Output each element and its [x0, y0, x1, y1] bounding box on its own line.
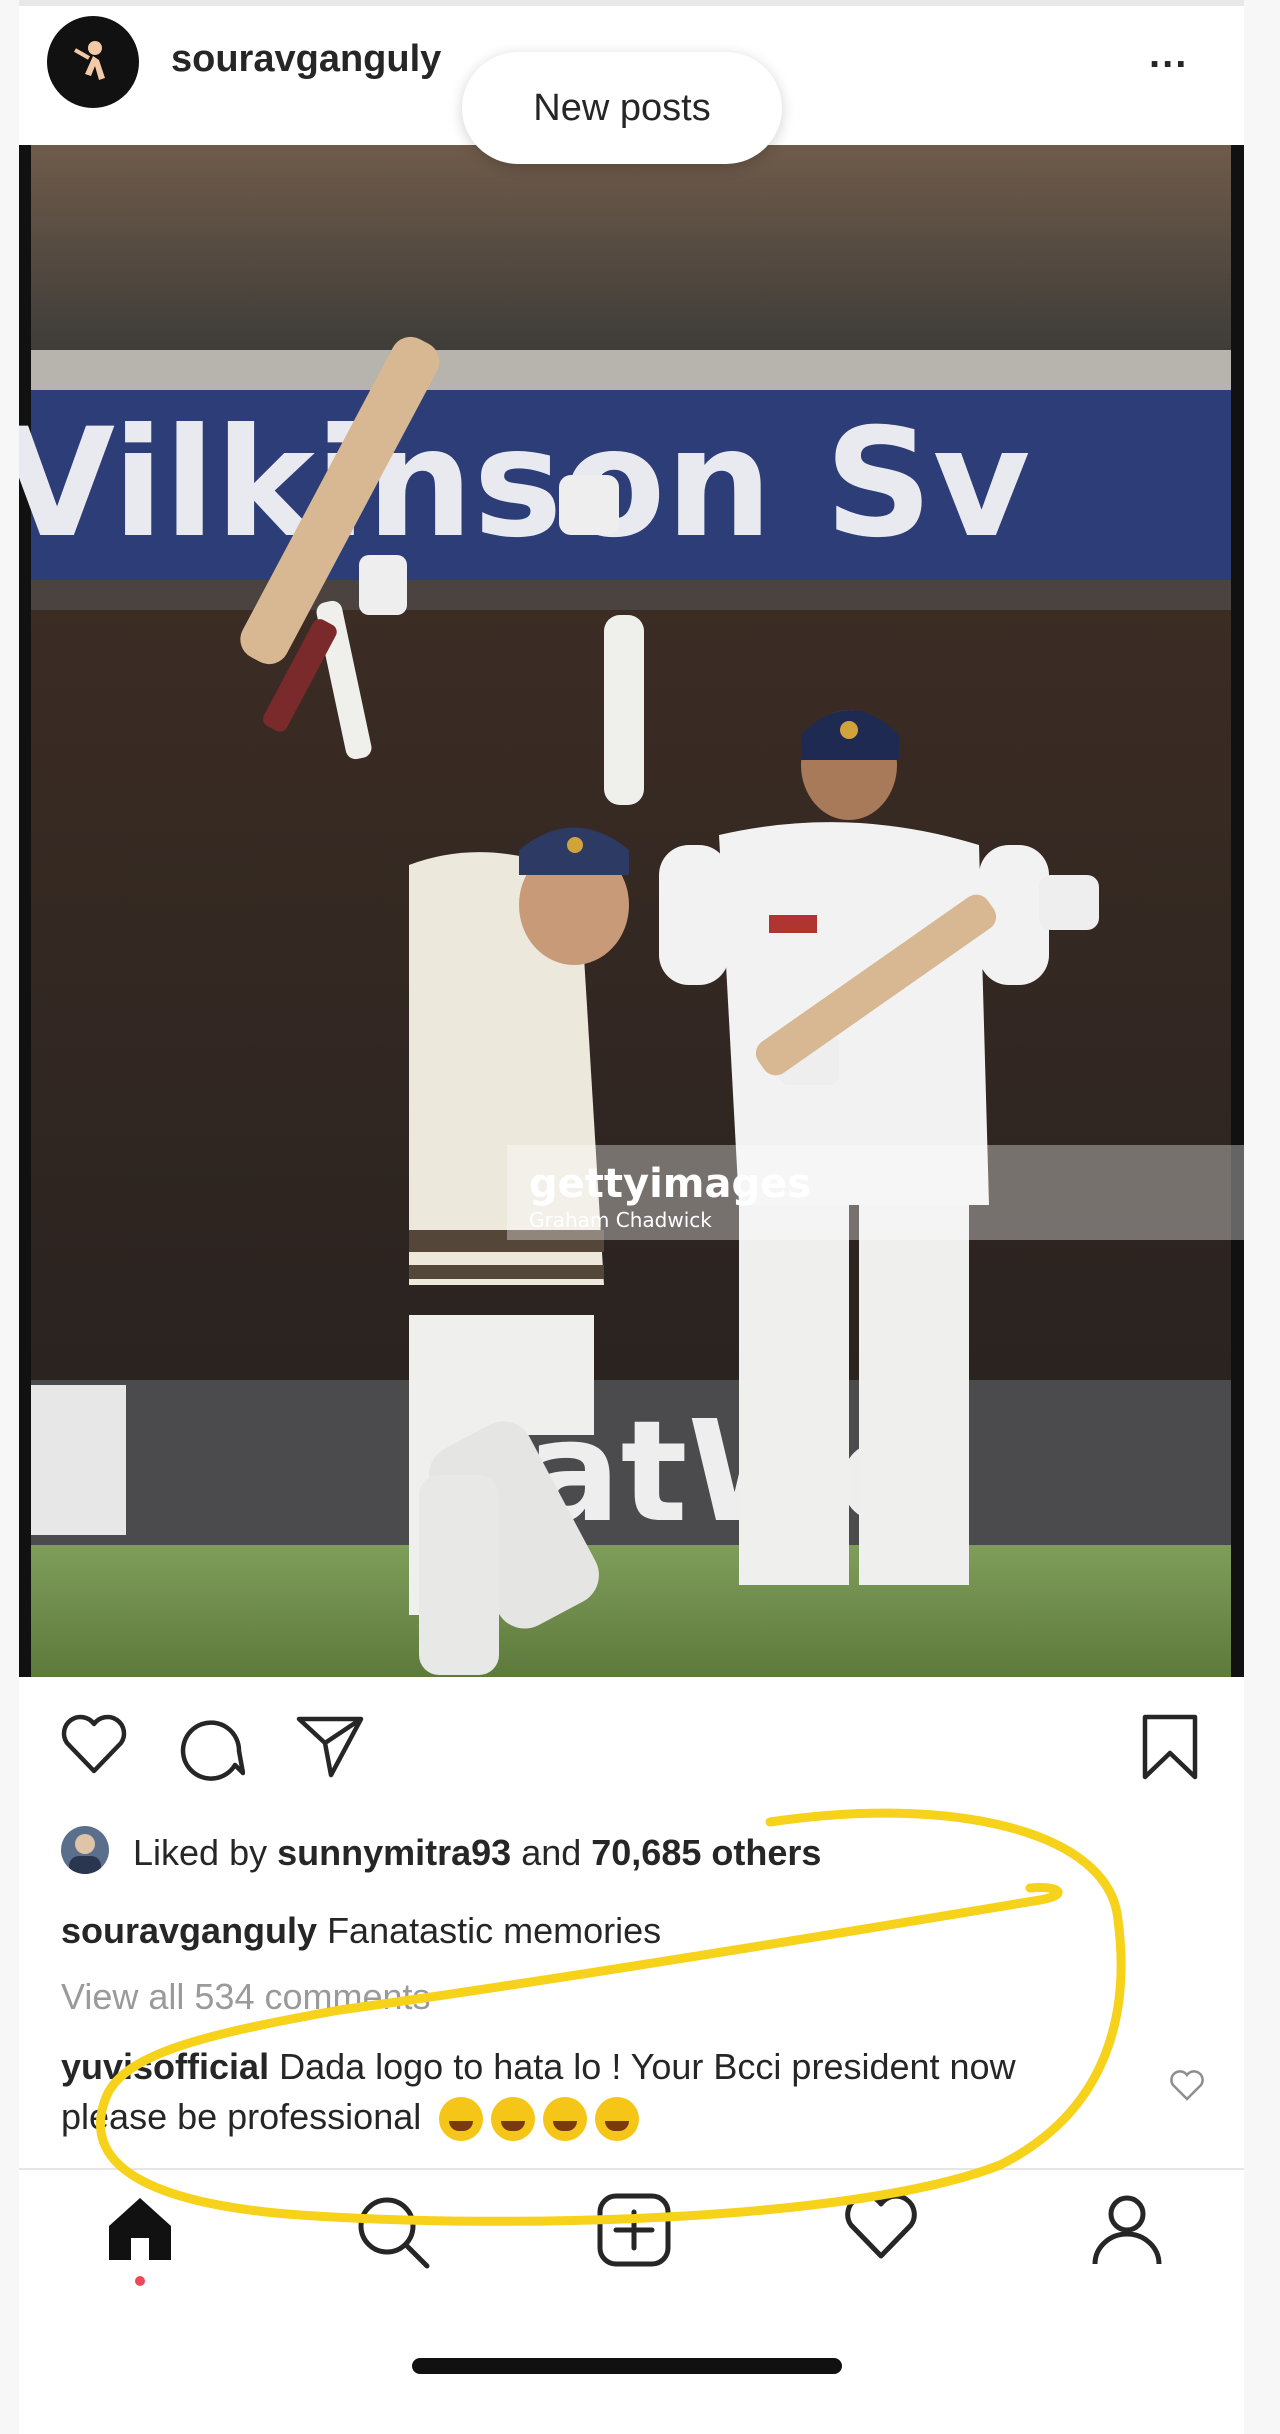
- like-button[interactable]: [59, 1713, 129, 1782]
- watermark-brand: gettyimages: [529, 1161, 811, 1207]
- avatar-figure-icon: [74, 41, 105, 80]
- likes-count[interactable]: 70,685 others: [591, 1832, 821, 1873]
- user-avatar[interactable]: [47, 16, 139, 108]
- liker-avatar[interactable]: [61, 1826, 109, 1874]
- likes-prefix: Liked by: [133, 1832, 278, 1873]
- home-notification-dot: [135, 2276, 145, 2286]
- grinning-face-emoji-icon: [595, 2097, 640, 2142]
- new-posts-pill[interactable]: New posts: [462, 52, 782, 164]
- new-post-icon: [597, 2193, 671, 2267]
- zany-face-emoji-icon: [543, 2097, 588, 2142]
- likes-user[interactable]: sunnymitra93: [277, 1832, 511, 1873]
- rofl-emoji-icon: [439, 2097, 484, 2142]
- caption-text: Fanatastic memories: [317, 1910, 662, 1951]
- home-icon: [109, 2198, 171, 2260]
- comment-button[interactable]: [177, 1713, 246, 1786]
- home-indicator[interactable]: [412, 2358, 842, 2374]
- post-photo[interactable]: Vilkinson Sv NatWe gettyimages Graham Ch…: [19, 145, 1244, 1677]
- more-options-button[interactable]: ...: [1149, 34, 1188, 74]
- share-button[interactable]: [295, 1713, 365, 1784]
- save-button[interactable]: [1139, 1713, 1201, 1788]
- nav-search[interactable]: [353, 2192, 433, 2277]
- comment-icon: [180, 1720, 246, 1781]
- heart-icon: [61, 1714, 127, 1774]
- liker-avatar-image: [69, 1834, 101, 1874]
- nav-divider: [19, 2168, 1244, 2170]
- comment-like-button[interactable]: [1169, 2070, 1205, 2107]
- top-divider: [19, 0, 1244, 6]
- watermark-credit: Graham Chadwick: [529, 1208, 712, 1232]
- post-caption: souravganguly Fanatastic memories: [61, 1910, 661, 1952]
- send-icon: [296, 1716, 364, 1778]
- nav-new-post[interactable]: [596, 2192, 672, 2273]
- view-all-comments-link[interactable]: View all 534 comments: [61, 1976, 431, 2018]
- nav-activity[interactable]: [843, 2192, 919, 2267]
- search-icon: [358, 2197, 430, 2269]
- post-username[interactable]: souravganguly: [171, 38, 441, 81]
- comment-username[interactable]: yuvisofficial: [61, 2046, 269, 2087]
- small-heart-icon: [1170, 2070, 1204, 2101]
- caption-username[interactable]: souravganguly: [61, 1910, 317, 1951]
- profile-icon: [1092, 2195, 1162, 2265]
- nav-home[interactable]: [103, 2192, 177, 2271]
- comment-item: yuvisofficial Dada logo to hata lo ! You…: [61, 2042, 1121, 2142]
- likes-middle: and: [511, 1832, 592, 1873]
- bookmark-icon: [1142, 1714, 1198, 1780]
- banner-text: Vilkinson Sv: [19, 397, 1030, 571]
- zany-face-emoji-icon: [491, 2097, 536, 2142]
- likes-summary[interactable]: Liked by sunnymitra93 and 70,685 others: [133, 1832, 821, 1874]
- nav-profile[interactable]: [1089, 2192, 1165, 2273]
- activity-heart-icon: [845, 2193, 917, 2259]
- instagram-post-screen: souravganguly ... Vilkinson Sv NatWe get…: [19, 0, 1244, 2434]
